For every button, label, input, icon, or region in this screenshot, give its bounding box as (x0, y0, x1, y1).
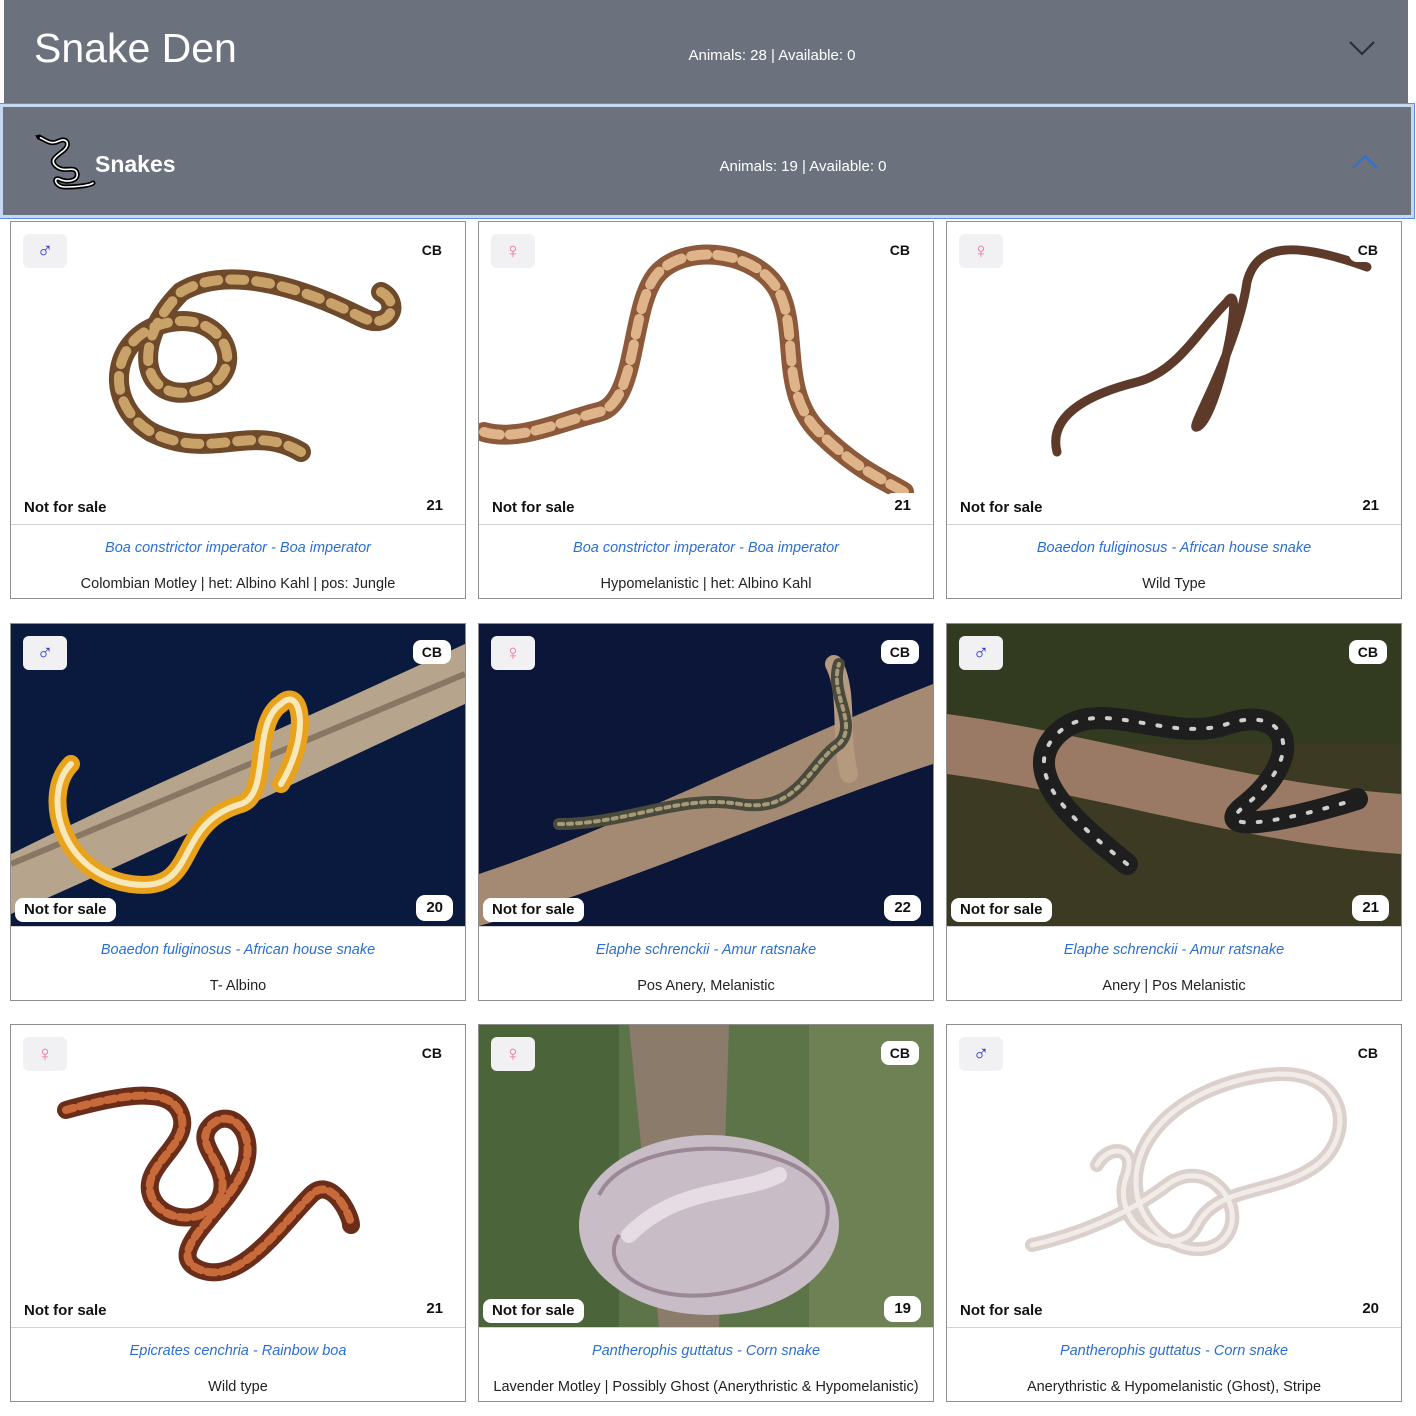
species-link[interactable]: Pantherophis guttatus - Corn snake (947, 1341, 1401, 1361)
card-divider (947, 524, 1401, 525)
species-link[interactable]: Boa constrictor imperator - Boa imperato… (11, 538, 465, 558)
sale-status-badge: Not for sale (951, 898, 1052, 922)
card-divider (479, 926, 933, 927)
origin-badge: CB (1348, 640, 1387, 664)
species-link[interactable]: Boa constrictor imperator - Boa imperato… (479, 538, 933, 558)
animal-card[interactable]: ♀ CB Not for sale 21 Boaedon fuliginosus… (946, 221, 1402, 599)
sale-status-badge: Not for sale (483, 496, 584, 520)
sale-status-badge: Not for sale (951, 496, 1052, 520)
card-divider (11, 1327, 465, 1328)
species-link[interactable]: Pantherophis guttatus - Corn snake (479, 1341, 933, 1361)
morph-text: Anery | Pos Melanistic (1102, 978, 1246, 994)
age-count-badge: 22 (884, 895, 921, 921)
origin-badge: CB (1348, 238, 1387, 262)
sale-status-badge: Not for sale (951, 1299, 1052, 1323)
card-divider (947, 926, 1401, 927)
male-icon: ♂ (23, 636, 67, 670)
sale-status-badge: Not for sale (15, 898, 116, 922)
animal-photo (479, 624, 933, 926)
morph-text: Pos Anery, Melanistic (637, 978, 775, 994)
age-count-badge: 21 (1352, 895, 1389, 921)
chevron-down-icon[interactable] (1348, 38, 1376, 58)
origin-badge: CB (1348, 1041, 1387, 1065)
sale-status-badge: Not for sale (15, 1299, 116, 1323)
animal-card[interactable]: ♀ CB Not for sale 22 Elaphe schrenckii -… (478, 623, 934, 1001)
age-count-badge: 21 (1352, 493, 1389, 519)
species-link[interactable]: Boaedon fuliginosus - African house snak… (947, 538, 1401, 558)
species-link[interactable]: Boaedon fuliginosus - African house snak… (11, 940, 465, 960)
origin-badge: CB (412, 238, 451, 262)
origin-badge: CB (412, 1041, 451, 1065)
animal-photo (947, 624, 1401, 926)
category-header[interactable]: Snakes Animals: 19 | Available: 0 (0, 103, 1415, 219)
female-icon: ♀ (491, 636, 535, 670)
morph-text: Colombian Motley | het: Albino Kahl | po… (80, 576, 396, 592)
species-link[interactable]: Epicrates cenchria - Rainbow boa (11, 1341, 465, 1361)
card-divider (479, 1327, 933, 1328)
female-icon: ♀ (23, 1037, 67, 1071)
animal-photo (479, 222, 933, 524)
female-icon: ♀ (959, 234, 1003, 268)
collection-stats: Animals: 28 | Available: 0 (688, 47, 856, 64)
page: Snake Den Animals: 28 | Available: 0 Sna… (0, 0, 1416, 1416)
animal-photo (947, 1025, 1401, 1327)
sale-status-badge: Not for sale (15, 496, 116, 520)
animal-card[interactable]: ♀ CB Not for sale 19 Pantherophis guttat… (478, 1024, 934, 1402)
male-icon: ♂ (23, 234, 67, 268)
age-count-badge: 20 (1352, 1296, 1389, 1322)
age-count-badge: 20 (416, 895, 453, 921)
female-icon: ♀ (491, 1037, 535, 1071)
card-divider (11, 524, 465, 525)
age-count-badge: 19 (884, 1296, 921, 1322)
female-icon: ♀ (491, 234, 535, 268)
age-count-badge: 21 (416, 1296, 453, 1322)
morph-text: Wild type (208, 1379, 268, 1395)
card-divider (479, 524, 933, 525)
animal-card[interactable]: ♀ CB Not for sale 21 Boa constrictor imp… (478, 221, 934, 599)
origin-badge: CB (880, 640, 919, 664)
animal-card[interactable]: ♂ CB Not for sale 21 Elaphe schrenckii -… (946, 623, 1402, 1001)
male-icon: ♂ (959, 1037, 1003, 1071)
species-link[interactable]: Elaphe schrenckii - Amur ratsnake (479, 940, 933, 960)
card-divider (11, 926, 465, 927)
morph-text: Anerythristic & Hypomelanistic (Ghost), … (1026, 1379, 1322, 1395)
age-count-badge: 21 (416, 493, 453, 519)
animal-photo (479, 1025, 933, 1327)
collection-header[interactable]: Snake Den Animals: 28 | Available: 0 (4, 0, 1408, 104)
animal-card[interactable]: ♂ CB Not for sale 20 Boaedon fuliginosus… (10, 623, 466, 1001)
morph-text: Lavender Motley | Possibly Ghost (Aneryt… (493, 1379, 919, 1395)
animal-card[interactable]: ♂ CB Not for sale 20 Pantherophis guttat… (946, 1024, 1402, 1402)
animal-photo (947, 222, 1401, 524)
chevron-up-icon[interactable] (1351, 152, 1379, 172)
category-stats: Animals: 19 | Available: 0 (719, 158, 887, 175)
animal-photo (11, 1025, 465, 1327)
morph-text: Wild Type (1142, 576, 1206, 592)
morph-text: T- Albino (209, 978, 267, 994)
origin-badge: CB (412, 640, 451, 664)
male-icon: ♂ (959, 636, 1003, 670)
sale-status-badge: Not for sale (483, 1299, 584, 1323)
origin-badge: CB (880, 238, 919, 262)
age-count-badge: 21 (884, 493, 921, 519)
morph-text: Hypomelanistic | het: Albino Kahl (600, 576, 812, 592)
animal-card[interactable]: ♂ CB Not for sale 21 Boa constrictor imp… (10, 221, 466, 599)
animal-photo (11, 624, 465, 926)
animal-photo (11, 222, 465, 524)
species-link[interactable]: Elaphe schrenckii - Amur ratsnake (947, 940, 1401, 960)
animal-card[interactable]: ♀ CB Not for sale 21 Epicrates cenchria … (10, 1024, 466, 1402)
sale-status-badge: Not for sale (483, 898, 584, 922)
card-divider (947, 1327, 1401, 1328)
origin-badge: CB (880, 1041, 919, 1065)
